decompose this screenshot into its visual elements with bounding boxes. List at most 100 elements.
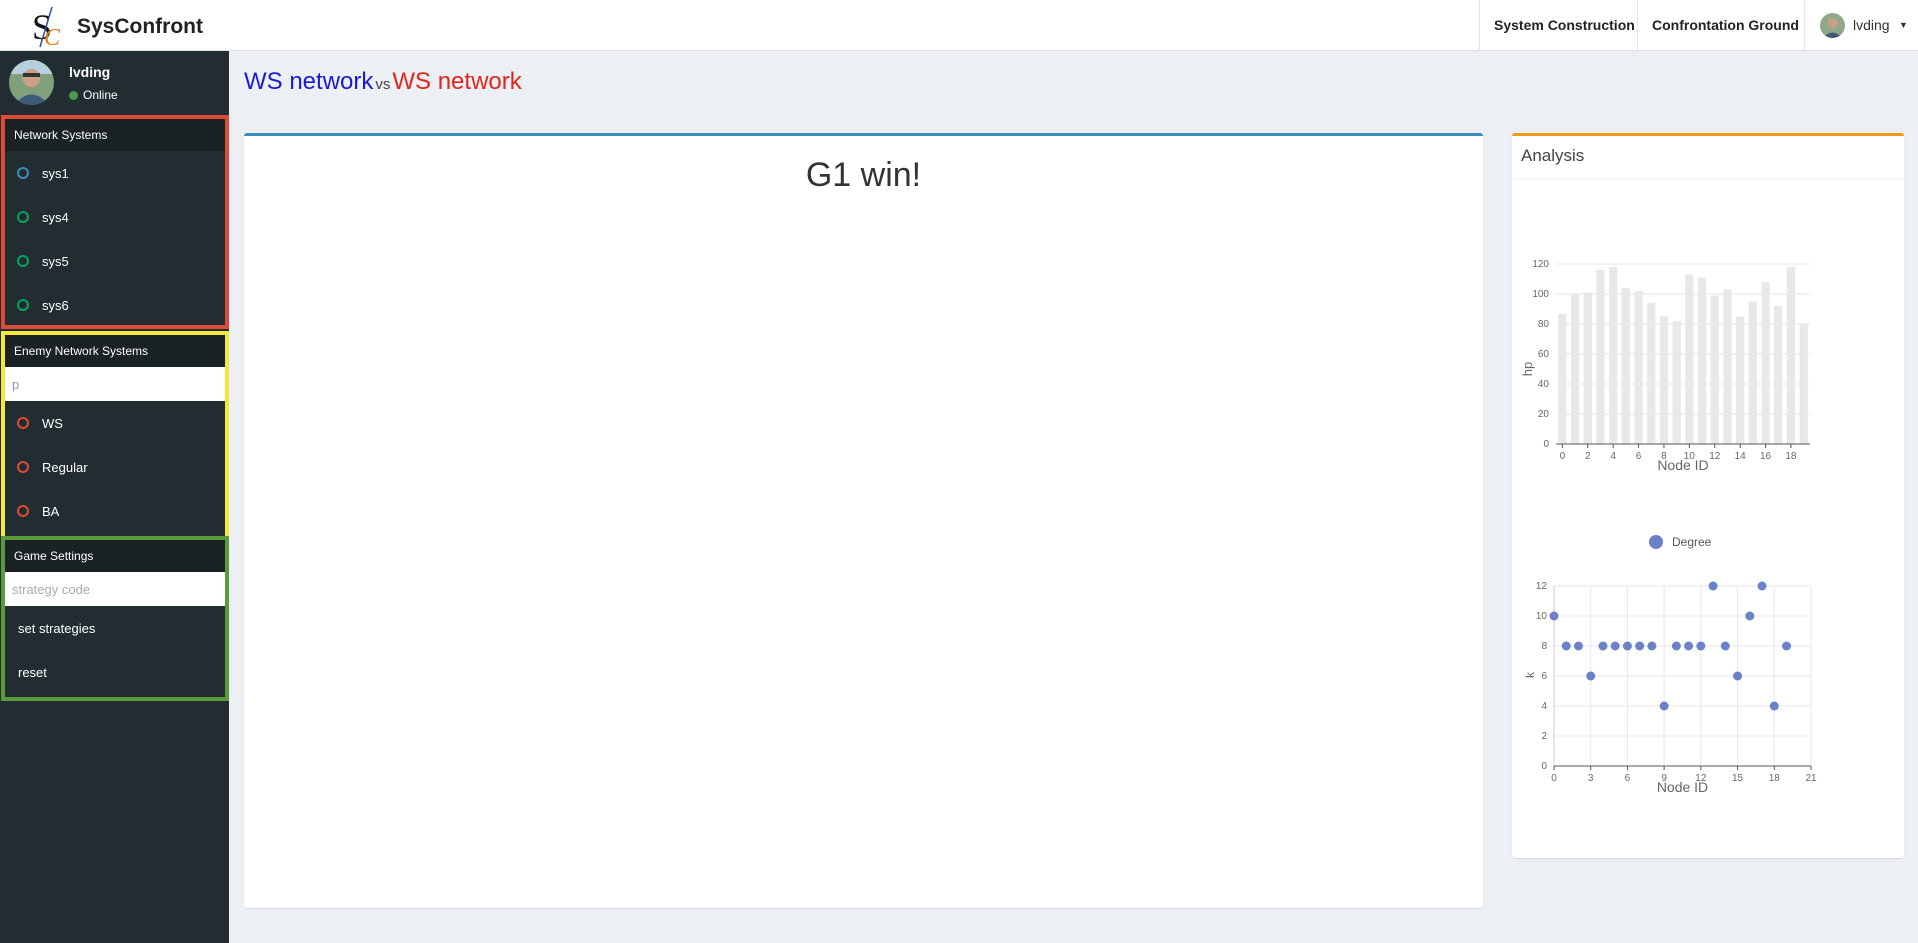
online-dot-icon	[69, 91, 78, 100]
bar	[1685, 274, 1694, 444]
player-two-network: WS network	[392, 68, 522, 95]
bar	[1710, 295, 1719, 444]
y-tick-label: 60	[1538, 349, 1550, 360]
scatter-point	[1610, 641, 1620, 651]
circle-icon	[17, 255, 29, 267]
scatter-point	[1549, 611, 1559, 621]
sidebar-item-label: WS	[42, 415, 63, 431]
status-badge: Online	[69, 88, 118, 102]
y-axis-label: hp	[1520, 362, 1535, 376]
legend-marker	[1649, 535, 1663, 549]
avatar	[1820, 13, 1845, 38]
nav-system-construction[interactable]: System Construction	[1479, 0, 1649, 51]
circle-icon	[17, 167, 29, 179]
sidebar-item-label: Regular	[42, 459, 88, 475]
bar	[1621, 288, 1630, 444]
bar	[1647, 303, 1656, 444]
sidebar-item-sys6[interactable]: sys6	[5, 283, 225, 327]
bar	[1558, 313, 1567, 444]
circle-icon	[17, 461, 29, 473]
bar	[1609, 267, 1618, 444]
bar	[1570, 294, 1580, 444]
analysis-header: Analysis	[1512, 136, 1904, 179]
bar	[1774, 306, 1783, 444]
x-tick-label: 3	[1588, 773, 1594, 784]
bar	[1761, 282, 1770, 444]
scatter-point	[1586, 671, 1596, 681]
scatter-point	[1745, 611, 1755, 621]
player-one-network: WS network	[244, 68, 374, 95]
circle-icon	[17, 417, 29, 429]
sidebar-item-ba[interactable]: BA	[5, 489, 225, 533]
circle-icon	[17, 299, 29, 311]
enemy-search-input[interactable]	[5, 367, 225, 401]
y-tick-label: 0	[1543, 439, 1549, 450]
x-tick-label: 2	[1585, 451, 1591, 462]
strategy-code-input[interactable]	[5, 572, 225, 606]
hp-bar-chart: 0204060801001200 2 4 6 8 10 12 14 16 18Node IDhp	[1520, 259, 1810, 473]
y-tick-label: 8	[1541, 641, 1547, 652]
bar	[1596, 270, 1605, 444]
scatter-point	[1696, 641, 1706, 651]
logo-icon: S C	[32, 6, 61, 49]
bar	[1736, 316, 1745, 444]
top-navbar: S C SysConfront System Construction Conf…	[0, 0, 1918, 51]
reset-button[interactable]: reset	[5, 650, 225, 694]
x-tick-label: 14	[1735, 451, 1747, 462]
x-tick-label: 0	[1560, 451, 1566, 462]
game-result: G1 win!	[805, 156, 922, 194]
brand-name[interactable]: SysConfront	[77, 15, 203, 39]
user-panel: lvding Online	[0, 51, 229, 115]
game-settings-header: Game Settings	[5, 540, 225, 572]
y-tick-label: 0	[1541, 761, 1547, 772]
x-axis-label: Node ID	[1657, 457, 1708, 473]
bar	[1799, 324, 1808, 444]
x-tick-label: 6	[1636, 451, 1642, 462]
sidebar-item-sys4[interactable]: sys4	[5, 195, 225, 239]
user-menu[interactable]: lvding ▼	[1804, 0, 1918, 51]
scatter-point	[1720, 641, 1730, 651]
scatter-point	[1769, 701, 1779, 711]
x-tick-label: 12	[1709, 451, 1721, 462]
y-tick-label: 20	[1538, 409, 1550, 420]
analysis-panel: Analysis 0 20 40 60 80 100 120 0 2 4 6 8 10 12 14 16 18 N…	[1512, 133, 1904, 858]
sidebar-item-regular[interactable]: Regular	[5, 445, 225, 489]
user-name: lvding	[1853, 17, 1890, 33]
sidebar-item-ws[interactable]: WS	[5, 401, 225, 445]
svg-text:C: C	[44, 25, 61, 49]
scatter-point	[1782, 641, 1792, 651]
sidebar-user-name: lvding	[69, 64, 111, 80]
game-settings-box: Game Settings set strategies reset	[1, 536, 229, 701]
y-tick-label: 100	[1532, 289, 1549, 300]
bar	[1672, 321, 1681, 444]
y-tick-label: 10	[1536, 611, 1548, 622]
set-strategies-button[interactable]: set strategies	[5, 606, 225, 650]
scatter-point	[1573, 641, 1583, 651]
sidebar-item-label: sys4	[42, 209, 69, 225]
scatter-point	[1635, 641, 1645, 651]
bar	[1697, 277, 1707, 444]
x-tick-label: 21	[1805, 773, 1817, 784]
bar	[1748, 301, 1757, 444]
bar	[1634, 291, 1643, 444]
sidebar-item-sys5[interactable]: sys5	[5, 239, 225, 283]
x-axis-label: Node ID	[1657, 779, 1708, 795]
nav-confrontation-ground[interactable]: Confrontation Ground	[1637, 0, 1813, 51]
sidebar-item-sys1[interactable]: sys1	[5, 151, 225, 195]
sidebar-item-label: sys1	[42, 165, 69, 181]
y-tick-label: 80	[1538, 319, 1550, 330]
legend-label: Degree	[1672, 535, 1712, 549]
scatter-point	[1708, 581, 1718, 591]
y-tick-label: 2	[1541, 731, 1547, 742]
y-tick-label: 40	[1538, 379, 1550, 390]
status-text: Online	[83, 88, 118, 102]
x-tick-label: 16	[1760, 451, 1772, 462]
scatter-point	[1733, 671, 1743, 681]
y-tick-label: 4	[1541, 701, 1547, 712]
degree-scatter-chart: Degree0246810120 3 6 9 12 15 18 21Node IDk	[1523, 535, 1817, 795]
caret-down-icon: ▼	[1899, 20, 1908, 30]
x-tick-label: 6	[1625, 773, 1631, 784]
bar	[1786, 267, 1796, 444]
scatter-point	[1684, 641, 1694, 651]
page-title: WS network vsWS network	[244, 68, 522, 96]
